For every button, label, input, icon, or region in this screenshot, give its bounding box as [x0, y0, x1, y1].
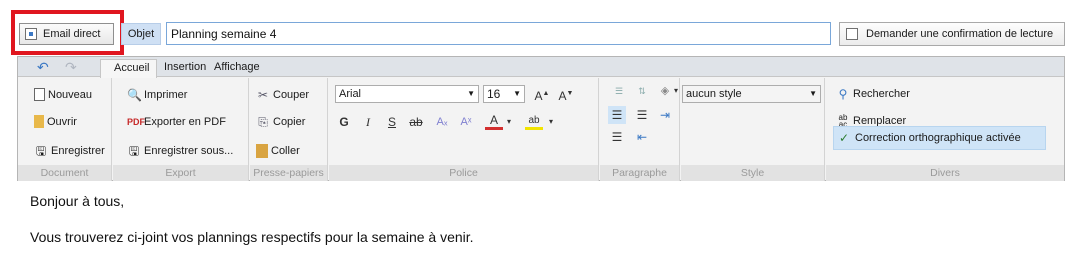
enregistrer-label: Enregistrer — [51, 145, 105, 157]
group-clipboard: ✂ Couper ⎘ Copier Coller Presse-papiers — [250, 78, 328, 181]
print-preview-icon: 🔍 — [127, 88, 142, 102]
font-size-value: 16 — [487, 87, 501, 101]
ouvrir-label: Ouvrir — [47, 115, 77, 128]
group-style: aucun style ▼ Style — [681, 78, 825, 181]
group-label-paragraph: Paragraphe — [600, 165, 679, 181]
undo-icon[interactable]: ↶ — [37, 59, 49, 76]
font-color-button[interactable]: A — [485, 113, 503, 130]
copier-label: Copier — [273, 116, 306, 128]
indent-increase-icon[interactable]: ⇥ — [656, 106, 674, 124]
email-direct-label: Email direct — [43, 28, 101, 40]
group-label-clipboard: Presse-papiers — [250, 165, 327, 181]
bullet-list-icon[interactable]: ☰ — [610, 82, 628, 100]
shrink-font-icon[interactable]: A▼ — [557, 85, 575, 103]
sort-icon[interactable]: ⇅ — [633, 82, 651, 100]
read-receipt-option[interactable]: Demander une confirmation de lecture — [839, 22, 1065, 46]
export-pdf-button[interactable]: PDF Exporter en PDF — [127, 115, 226, 129]
tab-accueil[interactable]: Accueil — [100, 59, 158, 78]
grow-font-icon[interactable]: A▲ — [533, 85, 551, 103]
group-paragraph: ☰ ⇅ ◈ ▾ ☰ ☰ ⇥ ☰ ⇤ Paragraphe — [600, 78, 680, 181]
chevron-down-icon: ▼ — [467, 89, 475, 98]
nouveau-button[interactable]: Nouveau — [34, 88, 92, 101]
scissors-icon: ✂ — [257, 88, 269, 102]
group-label-style: Style — [681, 165, 824, 181]
redo-icon[interactable]: ↷ — [65, 59, 77, 76]
align-right-icon[interactable]: ☰ — [633, 106, 651, 124]
spellcheck-label: Correction orthographique activée — [855, 132, 1021, 144]
body-line-greeting: Bonjour à tous, — [30, 193, 125, 209]
paste-icon — [256, 144, 268, 158]
group-divers: ⚲ Rechercher ab ac Remplacer ✓ Correction… — [826, 78, 1064, 181]
rechercher-button[interactable]: ⚲ Rechercher — [836, 87, 910, 101]
email-direct-checkbox[interactable] — [25, 28, 37, 40]
ribbon: ↶ ↷ Accueil Insertion Affichage Nouveau … — [17, 56, 1065, 181]
coller-button[interactable]: Coller — [256, 144, 300, 158]
couper-label: Couper — [273, 89, 310, 101]
chevron-down-icon: ▼ — [809, 89, 817, 98]
style-select[interactable]: aucun style ▼ — [682, 85, 821, 103]
save-as-label: Enregistrer sous... — [144, 145, 234, 157]
highlight-color-icon[interactable]: ab — [525, 113, 543, 130]
font-family-value: Arial — [339, 88, 362, 100]
chevron-down-icon: ▼ — [513, 89, 521, 98]
tab-affichage[interactable]: Affichage — [214, 61, 260, 73]
group-label-divers: Divers — [826, 165, 1064, 181]
objet-label: Objet — [121, 23, 161, 45]
ouvrir-button[interactable]: Ouvrir — [34, 115, 77, 128]
copy-icon: ⎘ — [258, 115, 268, 129]
chevron-down-icon[interactable]: ▾ — [505, 113, 513, 131]
export-pdf-label: Exporter en PDF — [144, 116, 226, 128]
tab-insertion[interactable]: Insertion — [164, 61, 206, 73]
search-icon: ⚲ — [838, 87, 848, 101]
save-as-button[interactable]: 🖫 Enregistrer sous... — [127, 144, 233, 158]
email-direct-button[interactable]: Email direct — [19, 23, 114, 45]
strikethrough-button[interactable]: ab — [407, 113, 425, 131]
enregistrer-button[interactable]: 🖫 Enregistrer — [34, 144, 105, 158]
group-label-document: Document — [18, 165, 111, 181]
save-as-icon: 🖫 — [128, 144, 140, 158]
message-body[interactable] — [0, 183, 1080, 259]
read-receipt-checkbox[interactable] — [846, 28, 858, 40]
group-export: 🔍 Imprimer PDF Exporter en PDF 🖫 Enregis… — [113, 78, 249, 181]
chevron-down-icon[interactable]: ▾ — [672, 82, 680, 100]
group-label-font: Police — [329, 165, 598, 181]
group-label-export: Export — [113, 165, 248, 181]
indent-decrease-icon[interactable]: ⇤ — [633, 128, 651, 146]
group-font: Arial ▼ 16 ▼ A▲ A▼ G I S ab Aₓ Aˣ A ▾ ab… — [329, 78, 599, 181]
group-document: Nouveau Ouvrir 🖫 Enregistrer Document — [18, 78, 112, 181]
imprimer-label: Imprimer — [144, 89, 188, 101]
save-icon: 🖫 — [35, 144, 47, 158]
pdf-icon: PDF — [127, 117, 145, 127]
folder-icon — [34, 115, 44, 128]
copier-button[interactable]: ⎘ Copier — [256, 115, 305, 129]
italic-button[interactable]: I — [359, 113, 377, 131]
superscript-button[interactable]: Aˣ — [457, 113, 475, 131]
new-document-icon — [34, 88, 45, 101]
align-left-icon[interactable]: ☰ — [608, 106, 626, 124]
underline-button[interactable]: S — [383, 113, 401, 131]
subscript-button[interactable]: Aₓ — [433, 113, 451, 131]
spellcheck-icon: ✓ — [838, 131, 850, 145]
coller-label: Coller — [271, 145, 300, 157]
style-value: aucun style — [686, 88, 742, 100]
body-line-message: Vous trouverez ci-joint vos plannings re… — [30, 229, 474, 245]
font-family-select[interactable]: Arial ▼ — [335, 85, 479, 103]
spellcheck-toggle[interactable]: ✓ Correction orthographique activée — [833, 126, 1046, 150]
imprimer-button[interactable]: 🔍 Imprimer — [127, 88, 187, 102]
rechercher-label: Rechercher — [853, 88, 910, 100]
couper-button[interactable]: ✂ Couper — [256, 88, 309, 102]
read-receipt-label: Demander une confirmation de lecture — [866, 28, 1054, 40]
bold-button[interactable]: G — [335, 113, 353, 131]
ribbon-tab-bar: ↶ ↷ Accueil Insertion Affichage — [18, 57, 1064, 78]
objet-input[interactable] — [166, 22, 831, 45]
align-center-icon[interactable]: ☰ — [608, 128, 626, 146]
font-size-select[interactable]: 16 ▼ — [483, 85, 525, 103]
chevron-down-icon[interactable]: ▾ — [547, 113, 555, 131]
nouveau-label: Nouveau — [48, 88, 93, 101]
